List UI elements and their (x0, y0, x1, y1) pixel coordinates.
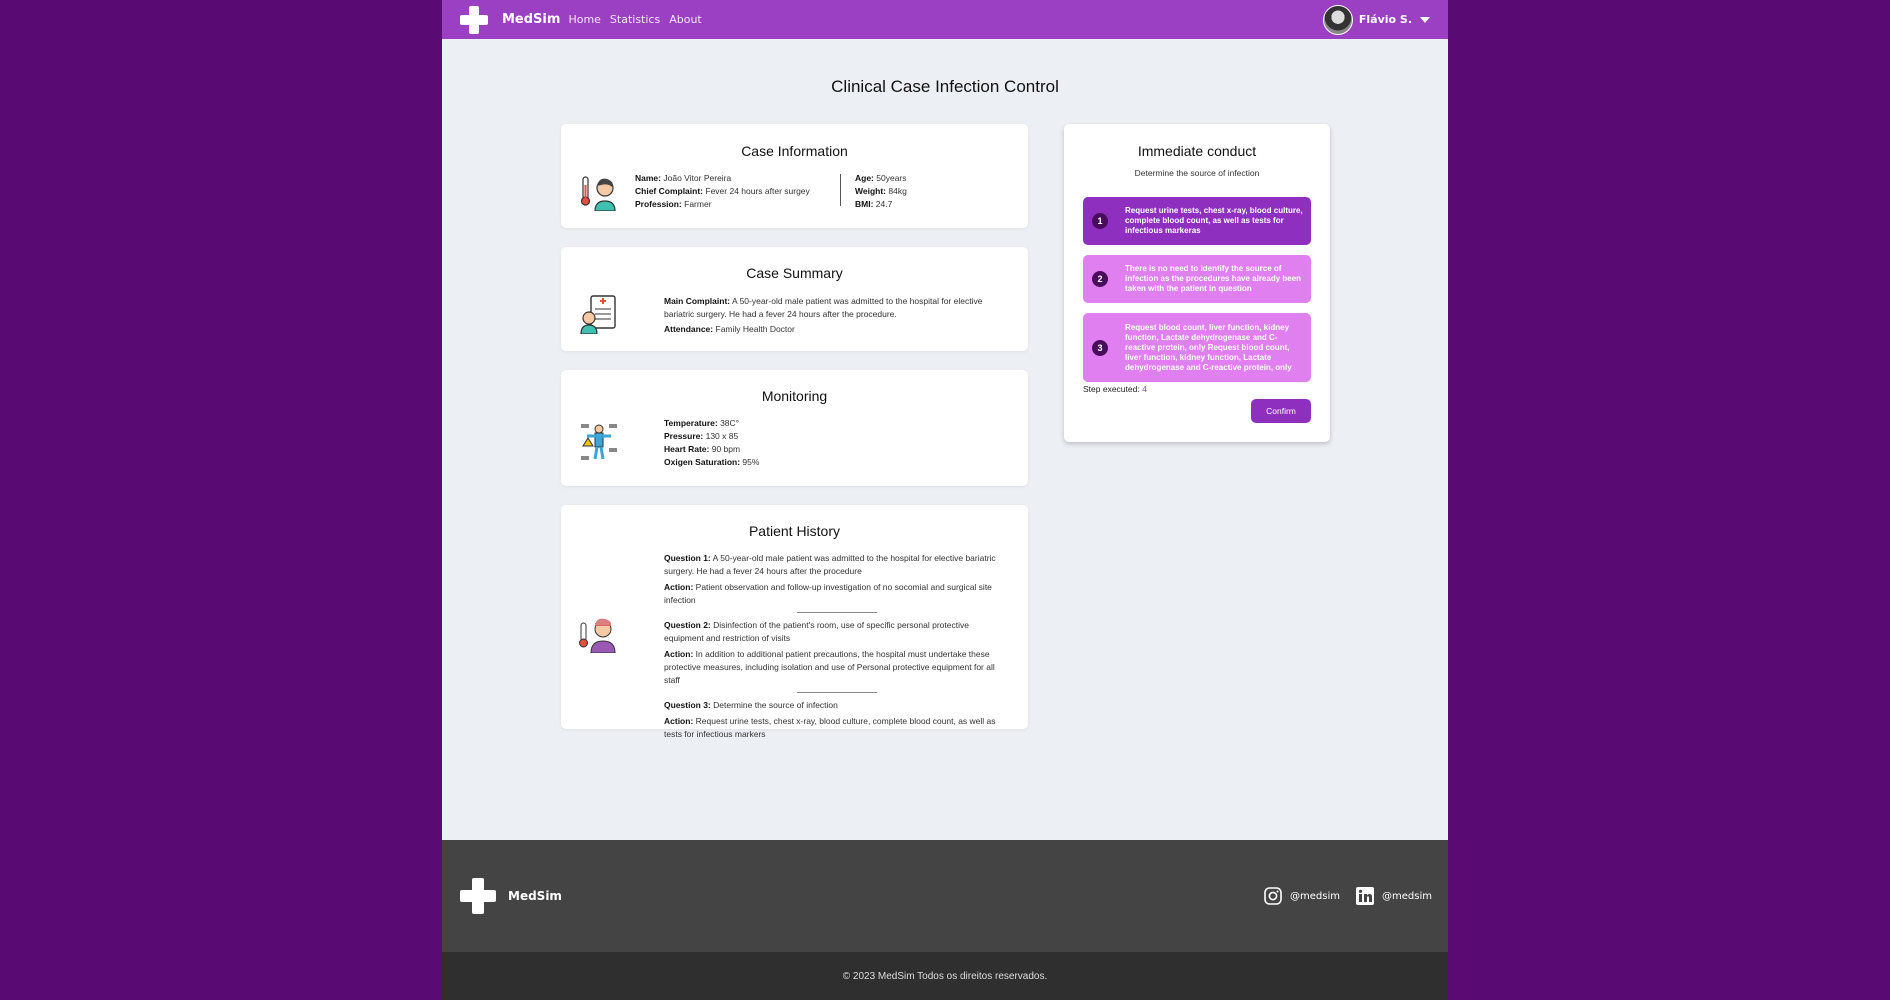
avatar (1322, 4, 1353, 35)
user-menu[interactable]: Flávio S. (1322, 4, 1430, 35)
footer-logo[interactable]: MedSim (460, 878, 562, 914)
instagram-link[interactable]: @medsim (1264, 887, 1340, 905)
instagram-icon (1264, 887, 1282, 905)
linkedin-link[interactable]: @medsim (1356, 887, 1432, 905)
question-2-label: Question 2: (664, 620, 711, 630)
user-name: Flávio S. (1358, 13, 1412, 26)
bmi: 24.7 (875, 199, 893, 209)
action-1-label: Action: (664, 582, 694, 592)
nav-about[interactable]: About (669, 13, 702, 26)
action-2: In addition to additional patient precau… (664, 649, 995, 685)
confirm-button[interactable]: Confirm (1251, 399, 1311, 423)
option-number: 3 (1092, 339, 1108, 356)
logo[interactable]: MedSim (460, 5, 561, 34)
card-title: Patient History (748, 523, 841, 539)
heart-rate: 90 bpm (711, 444, 741, 454)
card-title: Case Information (741, 143, 848, 159)
patient-thermometer-icon (580, 176, 616, 211)
monitoring-card: Monitoring Temperature: 38C° Pressure: 1… (561, 370, 1028, 486)
pressure: 130 x 85 (705, 431, 739, 441)
divider (797, 612, 877, 613)
weight-label: Weight: (855, 186, 887, 196)
medical-cross-icon (460, 5, 488, 34)
action-2-label: Action: (664, 649, 694, 659)
app-frame: MedSim Home Statistics About Flávio S. C… (442, 0, 1448, 1000)
option-3[interactable]: 3 Request blood count, liver function, k… (1083, 313, 1311, 382)
case-summary-card: Case Summary Main Complaint: A 50-year-o… (561, 247, 1028, 351)
oxygen-saturation-label: Oxigen Saturation: (664, 457, 741, 467)
temperature: 38C° (720, 418, 740, 428)
step-executed: Step executed: 4 (1083, 384, 1147, 394)
linkedin-icon (1356, 887, 1374, 905)
nav-statistics[interactable]: Statistics (610, 13, 660, 26)
copyright-bar: © 2023 MedSim Todos os direitos reservad… (442, 952, 1448, 1000)
chevron-down-icon[interactable] (1420, 16, 1430, 23)
footer: MedSim @medsim @medsim (442, 840, 1448, 952)
oxygen-saturation: 95% (742, 457, 760, 467)
conduct-subtitle: Determine the source of infection (1134, 168, 1260, 178)
complaint-label: Chief Complaint: (635, 186, 703, 196)
name-label: Name: (635, 173, 661, 183)
heart-rate-label: Heart Rate: (664, 444, 710, 454)
copyright: © 2023 MedSim Todos os direitos reservad… (842, 970, 1048, 982)
option-number: 1 (1092, 213, 1108, 229)
action-1: Patient observation and follow-up invest… (664, 582, 992, 605)
option-number: 2 (1092, 271, 1108, 287)
sick-patient-icon (579, 618, 616, 653)
pressure-label: Pressure: (664, 431, 704, 441)
card-title: Case Summary (746, 265, 843, 281)
question-3-label: Question 3: (664, 700, 711, 710)
card-title: Monitoring (761, 388, 828, 404)
option-2[interactable]: 2 There is no need to identify the sourc… (1083, 255, 1311, 303)
chief-complaint: Fever 24 hours after surgey (705, 186, 810, 196)
question-1-label: Question 1: (664, 553, 711, 563)
footer-brand: MedSim (508, 889, 562, 903)
weight: 84kg (888, 186, 907, 196)
main-complaint-label: Main Complaint: (664, 296, 731, 306)
immediate-conduct-card: Immediate conduct Determine the source o… (1064, 124, 1330, 442)
case-information-card: Case Information Name: João Vitor Pereir… (561, 124, 1028, 228)
bmi-label: BMI: (855, 199, 874, 209)
patient-history-card: Patient History Question 1: A 50-year-ol… (561, 505, 1028, 739)
option-text: There is no need to identify the source … (1125, 264, 1302, 293)
question-1: A 50-year-old male patient was admitted … (664, 553, 996, 576)
instagram-handle: @medsim (1290, 890, 1340, 902)
temperature-label: Temperature: (664, 418, 718, 428)
option-text: Request urine tests, chest x-ray, blood … (1125, 206, 1303, 235)
page-title: Clinical Case Infection Control (831, 77, 1059, 96)
nav-links: Home Statistics About (568, 13, 710, 26)
action-3-label: Action: (664, 716, 694, 726)
step-label: Step executed: (1083, 384, 1140, 394)
nav-home[interactable]: Home (568, 13, 600, 26)
attendance: Family Health Doctor (715, 324, 795, 334)
navbar: MedSim Home Statistics About Flávio S. (442, 0, 1448, 39)
step-value: 4 (1142, 384, 1147, 394)
card-title: Immediate conduct (1137, 143, 1257, 159)
question-3: Determine the source of infection (713, 700, 838, 710)
linkedin-handle: @medsim (1382, 890, 1432, 902)
option-text: Request blood count, liver function, kid… (1125, 322, 1292, 372)
profession-label: Profession: (635, 199, 682, 209)
divider (840, 174, 841, 206)
medical-cross-icon (460, 878, 496, 914)
doctor-chart-icon (580, 295, 616, 334)
patient-name: João Vitor Pereira (663, 173, 732, 183)
brand-name: MedSim (502, 12, 561, 27)
action-3: Request urine tests, chest x-ray, blood … (664, 716, 996, 739)
profession: Farmer (684, 199, 712, 209)
age: 50years (876, 173, 907, 183)
age-label: Age: (855, 173, 874, 183)
attendance-label: Attendance: (664, 324, 714, 334)
vital-signs-icon (581, 424, 617, 460)
option-1[interactable]: 1 Request urine tests, chest x-ray, bloo… (1083, 197, 1311, 245)
divider (797, 692, 877, 693)
